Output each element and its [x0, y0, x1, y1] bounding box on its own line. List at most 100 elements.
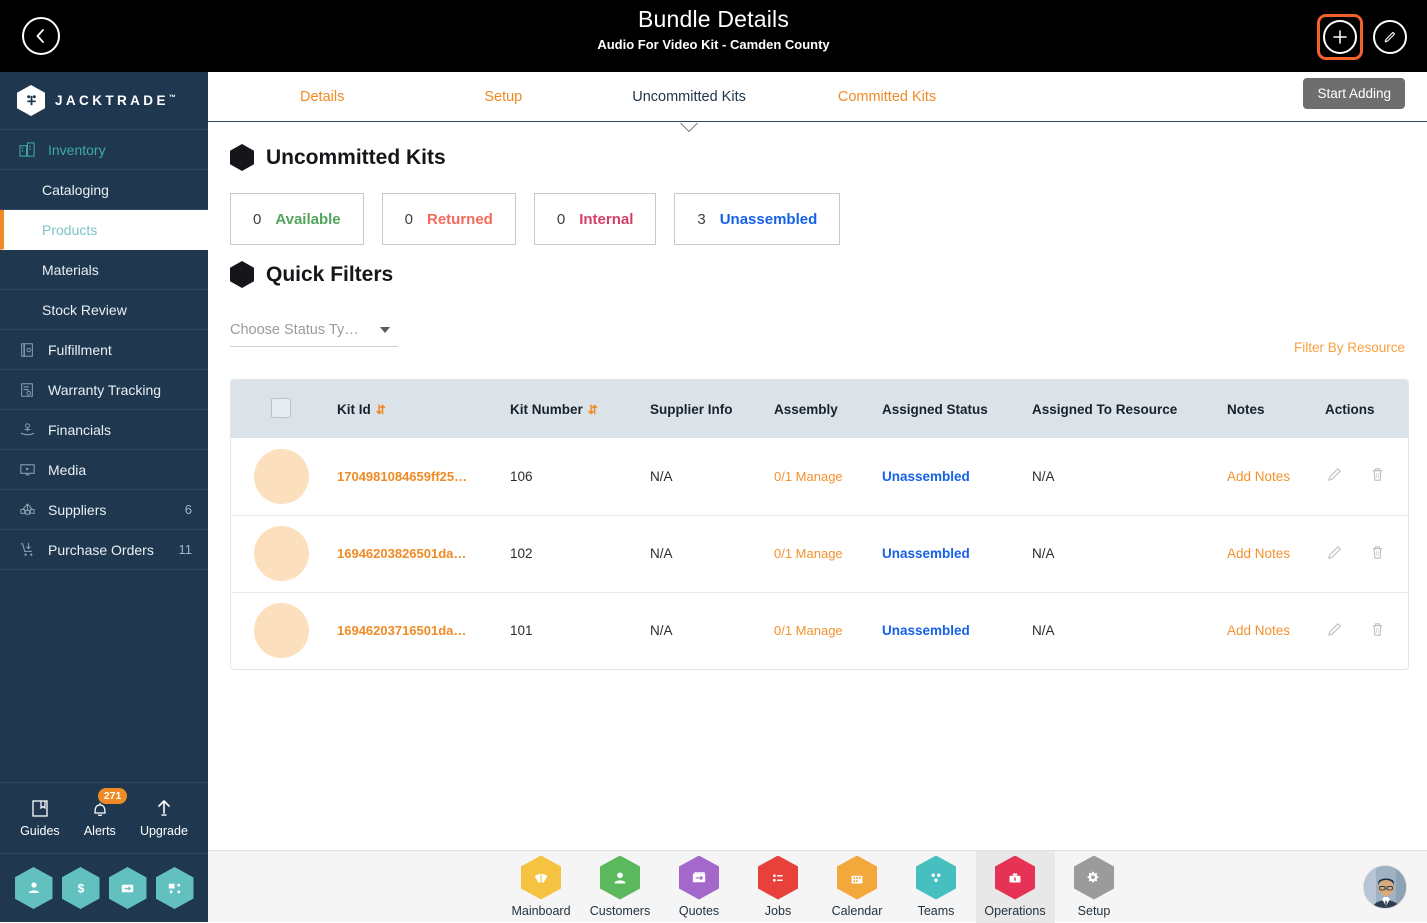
quick-hex-money-transfer[interactable] [108, 867, 147, 909]
cell-notes[interactable]: Add Notes [1221, 592, 1319, 669]
sort-icon[interactable]: ⇵ [588, 403, 598, 417]
stat-card-internal[interactable]: 0 Internal [533, 193, 657, 245]
stat-card-returned[interactable]: 0 Returned [381, 193, 516, 245]
bottom-nav-quotes[interactable]: Quotes [660, 851, 739, 923]
delete-row-button[interactable] [1368, 620, 1387, 642]
bottom-nav-customers[interactable]: Customers [581, 851, 660, 923]
sidebar: JACKTRADE™ Inventory Cataloging Products… [0, 72, 208, 922]
sidebar-item-inventory[interactable]: Inventory [0, 130, 208, 170]
tab-setup[interactable]: Setup [474, 72, 532, 122]
quick-hex-dollar[interactable]: $ [61, 867, 100, 909]
trash-icon [1372, 623, 1383, 636]
cell-kit-id[interactable]: 16946203716501da… [331, 592, 504, 669]
sidebar-item-fulfillment[interactable]: Fulfillment [0, 330, 208, 370]
jobs-icon [758, 855, 798, 900]
edit-row-button[interactable] [1325, 620, 1344, 642]
stat-card-unassembled[interactable]: 3 Unassembled [674, 193, 841, 245]
cell-assigned-status[interactable]: Unassembled [876, 515, 1026, 593]
sidebar-item-suppliers[interactable]: Suppliers 6 [0, 490, 208, 530]
page-title: Bundle Details [637, 6, 790, 32]
sidebar-quick-hex-row: $ [0, 854, 208, 922]
assigned-status-link[interactable]: Unassembled [882, 469, 970, 484]
mainboard-icon [521, 855, 561, 900]
table-row[interactable]: 1704981084659ff25… 106 N/A 0/1 Manage Un… [231, 438, 1408, 516]
cell-notes[interactable]: Add Notes [1221, 438, 1319, 516]
tab-committed-kits[interactable]: Committed Kits [828, 72, 946, 122]
bottom-nav-jobs[interactable]: Jobs [739, 851, 818, 923]
sidebar-item-stock-review[interactable]: Stock Review [0, 290, 208, 330]
delete-row-button[interactable] [1368, 543, 1387, 565]
quick-hex-workflow[interactable] [155, 867, 194, 909]
cell-notes[interactable]: Add Notes [1221, 515, 1319, 593]
kit-id-link[interactable]: 16946203826501da… [337, 546, 466, 561]
up-arrow-icon [158, 800, 170, 816]
sidebar-item-media[interactable]: Media [0, 450, 208, 490]
avatar [253, 603, 309, 659]
th-kit-number[interactable]: Kit Number ⇵ [504, 380, 644, 438]
assembly-manage-link[interactable]: 0/1 Manage [774, 546, 843, 561]
upgrade-button[interactable]: Upgrade [140, 798, 188, 838]
sidebar-item-products[interactable]: Products [0, 210, 208, 250]
bottom-nav-calendar[interactable]: Calendar [818, 851, 897, 923]
sort-icon[interactable]: ⇵ [376, 403, 386, 417]
tab-uncommitted-kits[interactable]: Uncommitted Kits [622, 72, 756, 131]
stat-label: Unassembled [719, 210, 818, 228]
assembly-manage-link[interactable]: 0/1 Manage [774, 623, 843, 638]
add-notes-link[interactable]: Add Notes [1227, 623, 1290, 638]
person-icon [28, 882, 39, 893]
plus-icon [1333, 30, 1347, 44]
cell-kit-id[interactable]: 1704981084659ff25… [331, 438, 504, 516]
add-notes-link[interactable]: Add Notes [1227, 546, 1290, 561]
filter-by-resource-link[interactable]: Filter By Resource [1294, 340, 1405, 355]
quick-hex-person[interactable] [14, 867, 53, 909]
user-avatar[interactable] [1363, 865, 1407, 909]
uncommitted-kits-heading: Uncommitted Kits [230, 144, 1427, 171]
assembly-manage-link[interactable]: 0/1 Manage [774, 469, 843, 484]
tab-label: Details [300, 88, 345, 105]
avatar [253, 526, 309, 581]
cell-assembly[interactable]: 0/1 Manage [768, 515, 876, 593]
cell-assembly[interactable]: 0/1 Manage [768, 438, 876, 516]
bottom-nav-mainboard[interactable]: Mainboard [502, 851, 581, 923]
sidebar-item-purchase-orders[interactable]: Purchase Orders 11 [0, 530, 208, 570]
kit-id-link[interactable]: 16946203716501da… [337, 623, 466, 638]
delete-row-button[interactable] [1368, 465, 1387, 487]
th-assembly: Assembly [768, 380, 876, 438]
bottom-nav-setup[interactable]: Setup [1055, 851, 1134, 923]
sidebar-item-warranty-tracking[interactable]: Warranty Tracking [0, 370, 208, 410]
kit-id-link[interactable]: 1704981084659ff25… [337, 469, 467, 484]
brand-logo[interactable]: JACKTRADE™ [0, 72, 208, 130]
edit-row-button[interactable] [1325, 543, 1344, 565]
cell-assigned-status[interactable]: Unassembled [876, 438, 1026, 516]
sidebar-item-materials[interactable]: Materials [0, 250, 208, 290]
start-adding-button[interactable]: Start Adding [1303, 78, 1405, 109]
cell-assigned-status[interactable]: Unassembled [876, 592, 1026, 669]
add-button[interactable] [1323, 20, 1357, 54]
table-row[interactable]: 16946203826501da… 102 N/A 0/1 Manage Una… [231, 515, 1408, 593]
kit-number-value: 106 [510, 468, 533, 484]
tab-details[interactable]: Details [290, 72, 354, 122]
sidebar-item-financials[interactable]: Financials [0, 410, 208, 450]
edit-row-button[interactable] [1325, 465, 1344, 487]
th-kit-id[interactable]: Kit Id ⇵ [331, 380, 504, 438]
add-notes-link[interactable]: Add Notes [1227, 469, 1290, 484]
select-all-checkbox[interactable] [271, 397, 291, 418]
assigned-status-link[interactable]: Unassembled [882, 546, 970, 561]
bottom-nav-operations[interactable]: Operations [975, 850, 1055, 923]
cell-assembly[interactable]: 0/1 Manage [768, 592, 876, 669]
cell-actions [1319, 438, 1408, 516]
assigned-status-link[interactable]: Unassembled [882, 623, 970, 638]
table-row[interactable]: 16946203716501da… 101 N/A 0/1 Manage Una… [231, 592, 1408, 669]
status-type-select[interactable]: Choose Status Ty… [230, 322, 398, 347]
alerts-button[interactable]: 271 Alerts [84, 788, 128, 838]
assigned-resource-value: N/A [1032, 546, 1055, 561]
dollar-icon: $ [77, 882, 84, 896]
bottom-nav-label: Jobs [764, 903, 792, 918]
guides-button[interactable]: Guides [20, 798, 60, 838]
cell-kit-id[interactable]: 16946203826501da… [331, 515, 504, 593]
edit-button[interactable] [1373, 20, 1407, 54]
sidebar-item-cataloging[interactable]: Cataloging [0, 170, 208, 210]
stat-card-available[interactable]: 0 Available [230, 193, 364, 245]
bottom-nav-teams[interactable]: Teams [897, 851, 976, 923]
quick-filters-title: Quick Filters [266, 262, 394, 286]
